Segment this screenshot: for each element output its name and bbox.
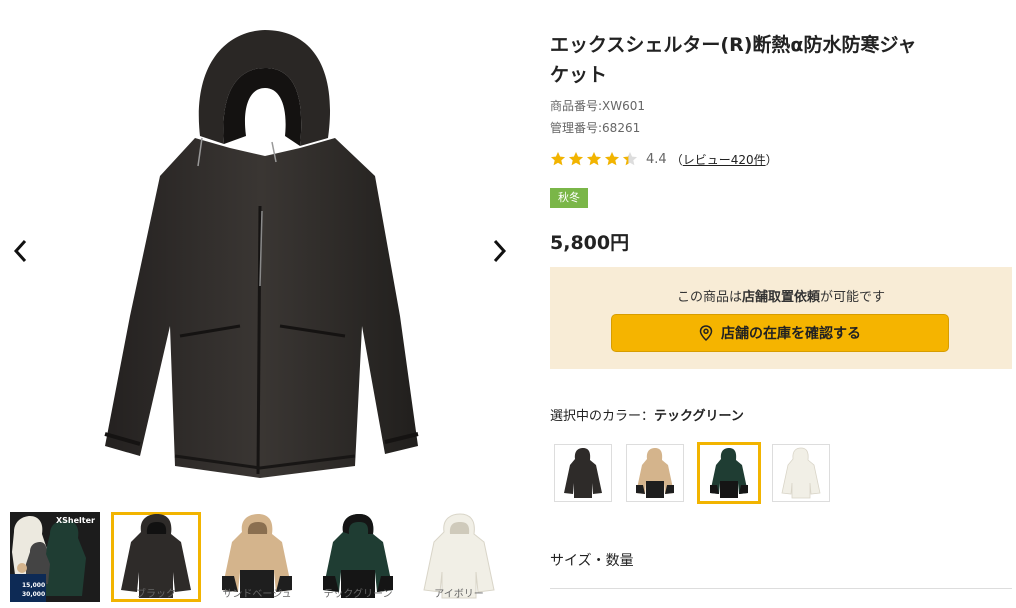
thumbnail-strip: XShelter 15,000 30,000 ブラック サンドベージュ テックグ… [10,512,520,608]
chevron-right-icon [493,239,507,263]
selected-color-name: テックグリーン [654,409,744,424]
star-icon [623,152,637,166]
season-badge: 秋冬 [550,188,588,208]
spec-value-2: 30,000 [22,591,46,598]
thumbnail-tech-green[interactable]: テックグリーン [313,512,403,602]
review-link[interactable]: レビュー420件 [683,153,766,167]
divider [550,588,1012,589]
review-link-wrapper[interactable]: （レビュー420件） [671,151,778,168]
review-paren-open: （ [670,152,683,167]
management-number: 管理番号:68261 [550,121,641,135]
product-number: 商品番号:XW601 [550,99,646,113]
check-store-stock-button[interactable]: 店舗の在庫を確認する [611,314,949,352]
brand-logo-text: XShelter [56,516,95,525]
star-icon [569,152,583,166]
store-pickup-box: この商品は店舗取置依頼が可能です 店舗の在庫を確認する [550,267,1012,369]
product-price: 5,800円 [550,232,630,254]
thumbnail-brand-banner[interactable]: XShelter 15,000 30,000 [10,512,100,602]
product-info: エックスシェルター(R)断熱α防水防寒ジャケット 商品番号:XW601 管理番号… [550,0,1012,608]
color-swatch-tech-green[interactable] [697,442,761,504]
star-icon [587,152,601,166]
color-swatch-sand-beige[interactable] [626,444,684,502]
color-swatch-black[interactable] [554,444,612,502]
star-icon [605,152,619,166]
gallery-next-button[interactable] [484,236,514,266]
map-pin-icon [699,325,713,341]
product-gallery: XShelter 15,000 30,000 ブラック サンドベージュ テックグ… [0,0,525,608]
product-title: エックスシェルター(R)断熱α防水防寒ジャケット [550,34,917,86]
pickup-text-before: この商品は [676,290,742,305]
pickup-text-after: が可能です [820,290,886,305]
star-icon [551,152,565,166]
check-store-stock-label: 店舗の在庫を確認する [721,326,861,342]
pickup-message: この商品は店舗取置依頼が可能です [550,286,1012,305]
size-quantity-label: サイズ・数量 [550,553,634,569]
review-paren-close: ） [765,152,778,167]
color-heading-prefix: 選択中のカラー： [550,409,655,424]
color-swatch-ivory[interactable] [772,444,830,502]
thumbnail-label: テックグリーン [323,589,393,600]
spec-value-1: 15,000 [22,582,46,589]
thumbnail-ivory[interactable]: アイボリー [414,512,504,602]
gallery-prev-button[interactable] [6,236,36,266]
thumbnail-label: ブラック [136,589,176,600]
rating-value: 4.4 [646,151,667,167]
rating-summary: 4.4 （レビュー420件） [550,150,778,168]
thumbnail-sand-beige[interactable]: サンドベージュ [212,512,302,602]
thumbnail-label: アイボリー [434,589,484,600]
rating-stars [550,151,638,167]
chevron-left-icon [13,239,27,263]
pickup-text-bold: 店舗取置依頼 [741,290,820,305]
thumbnail-black[interactable]: ブラック [111,512,201,602]
main-product-image [100,26,430,481]
selected-color-heading: 選択中のカラー：テックグリーン [550,405,744,424]
thumbnail-label: サンドベージュ [222,589,292,600]
